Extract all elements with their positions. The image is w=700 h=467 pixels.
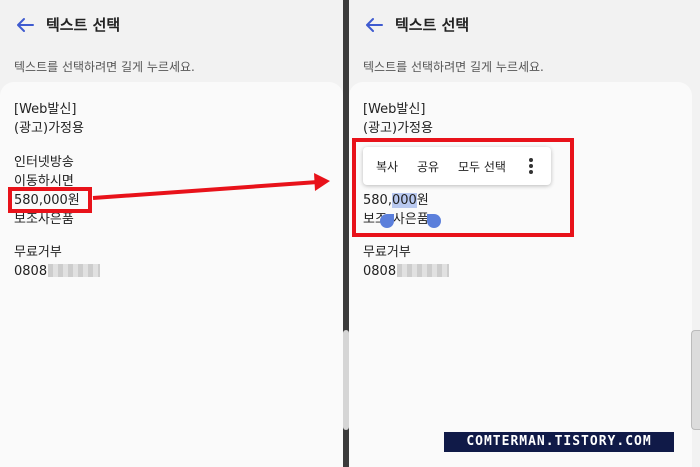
- watermark: COMTERMAN.TISTORY.COM: [444, 432, 674, 452]
- annotation-arrow: [92, 173, 330, 200]
